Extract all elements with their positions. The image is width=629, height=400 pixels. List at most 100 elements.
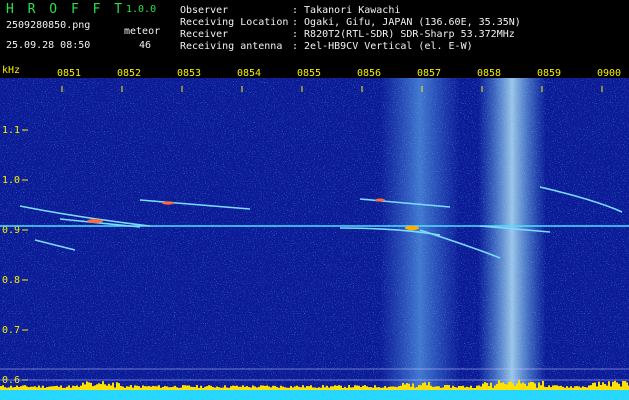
power-bar <box>492 387 494 390</box>
meteor-count: 46 <box>139 40 152 51</box>
power-bar <box>382 387 384 390</box>
receiver-value: : R820T2(RTL-SDR) SDR-Sharp 53.372MHz <box>292 29 515 40</box>
power-bar <box>468 387 470 390</box>
power-bar <box>64 387 66 390</box>
power-bar <box>330 386 332 390</box>
power-bar <box>480 386 482 390</box>
power-bar <box>46 387 48 390</box>
power-bar <box>6 387 8 390</box>
power-bar <box>308 386 310 390</box>
power-bar <box>196 385 198 390</box>
power-bar <box>594 382 596 390</box>
power-bar <box>74 386 76 390</box>
power-bar <box>402 382 404 390</box>
power-bar <box>202 387 204 390</box>
y-tick-label: 0.6 <box>2 375 20 386</box>
power-bar <box>424 382 426 390</box>
power-bar <box>132 387 134 390</box>
power-bar <box>192 386 194 390</box>
power-bar <box>122 386 124 390</box>
power-bar <box>440 387 442 390</box>
power-bar <box>140 387 142 390</box>
power-bar <box>318 387 320 390</box>
power-bar <box>618 383 620 390</box>
power-bar <box>254 386 256 390</box>
app-version: 1.0.0 <box>126 4 157 15</box>
power-bar <box>626 382 628 390</box>
power-bar <box>206 386 208 390</box>
power-bar <box>338 385 340 390</box>
power-bar <box>410 386 412 390</box>
power-bar <box>44 387 46 390</box>
file-name: 2509280850.png <box>6 20 91 31</box>
power-bar <box>228 387 230 390</box>
spectrogram: 1.1 1.0 0.9 0.8 0.7 0.6 <box>0 78 629 400</box>
power-bar <box>222 387 224 390</box>
power-bar <box>600 385 602 390</box>
power-bar <box>420 385 422 390</box>
location-value: : Ogaki, Gifu, JAPAN (136.60E, 35.35N) <box>292 17 521 28</box>
power-bar <box>76 385 78 390</box>
power-bar <box>510 381 512 390</box>
power-bar <box>92 386 94 390</box>
power-bar <box>324 387 326 390</box>
power-bar <box>398 386 400 390</box>
power-bar <box>100 384 102 390</box>
power-bar <box>162 386 164 390</box>
power-bar <box>558 386 560 390</box>
power-bar <box>522 382 524 390</box>
power-bar <box>428 382 430 390</box>
power-bar <box>168 387 170 390</box>
power-bar <box>416 387 418 390</box>
power-bar <box>412 383 414 390</box>
power-bar <box>84 384 86 390</box>
antenna-label: Receiving antenna <box>180 41 283 52</box>
power-bar <box>236 385 238 390</box>
power-bar <box>298 386 300 390</box>
power-bar <box>72 385 74 390</box>
power-bar <box>240 386 242 390</box>
power-bar <box>194 387 196 390</box>
power-bar <box>70 387 72 390</box>
meteor-head <box>162 201 174 205</box>
power-bar <box>442 387 444 390</box>
power-bar <box>300 387 302 390</box>
power-bar <box>176 387 178 390</box>
power-bar <box>350 387 352 390</box>
power-bar <box>528 382 530 390</box>
power-bar <box>388 386 390 390</box>
power-bar <box>360 387 362 390</box>
meteor-head <box>87 219 103 223</box>
power-bar <box>174 385 176 390</box>
power-bar <box>180 387 182 390</box>
power-bar <box>274 385 276 390</box>
power-bar <box>86 381 88 390</box>
power-bar <box>10 385 12 390</box>
power-bar <box>32 386 34 390</box>
power-bar <box>490 382 492 390</box>
power-bar <box>34 386 36 390</box>
power-bar <box>322 385 324 390</box>
power-bar <box>82 382 84 390</box>
power-bar <box>390 386 392 390</box>
power-bar <box>400 385 402 390</box>
power-bar <box>12 387 14 390</box>
power-bar <box>156 386 158 390</box>
power-bar <box>142 385 144 390</box>
power-bar <box>548 385 550 390</box>
power-bar <box>354 385 356 390</box>
power-bar <box>588 385 590 390</box>
power-bar <box>340 385 342 390</box>
power-bar <box>264 385 266 390</box>
power-bar <box>158 385 160 390</box>
power-bar <box>16 385 18 390</box>
power-bar <box>314 387 316 390</box>
power-bar <box>556 385 558 390</box>
power-bar <box>154 386 156 390</box>
power-bar <box>4 387 6 390</box>
power-bar <box>304 387 306 390</box>
power-bar <box>570 386 572 390</box>
power-bar <box>494 385 496 390</box>
power-bar <box>554 385 556 390</box>
power-bar <box>418 385 420 390</box>
